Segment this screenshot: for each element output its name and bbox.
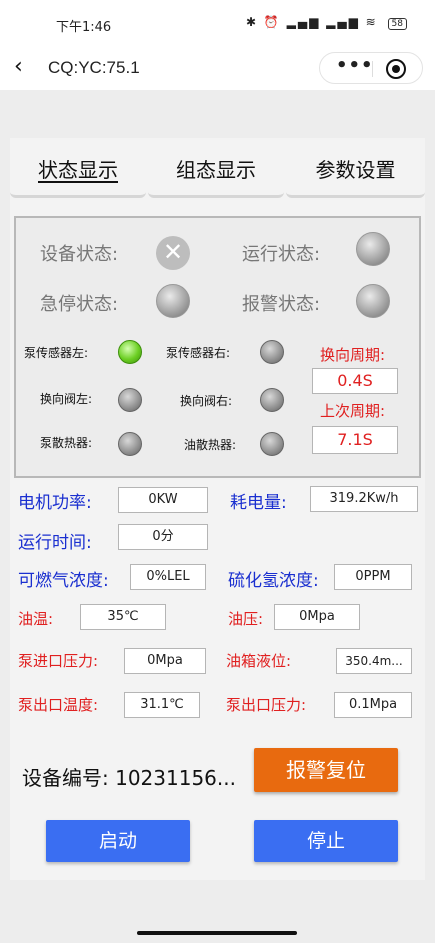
- stop-button[interactable]: 停止: [254, 820, 398, 862]
- capsule-divider: [372, 61, 373, 77]
- oil-radiator-indicator: [260, 432, 284, 456]
- gas-label: 可燃气浓度:: [18, 571, 109, 591]
- valve-right-label: 换向阀右:: [180, 394, 233, 408]
- energy-value: 319.2Kw/h: [310, 486, 418, 512]
- oil-pressure-label: 油压:: [228, 610, 264, 628]
- last-cycle-label: 上次周期:: [320, 402, 386, 420]
- status-box: 设备状态: ✕ 运行状态: 急停状态: 报警状态: 泵传感器左: 泵传感器右: …: [14, 216, 421, 478]
- estop-status-indicator: [156, 284, 190, 318]
- device-number-value: 10231156...: [115, 766, 236, 790]
- oil-temp-label: 油温:: [18, 610, 54, 628]
- oil-radiator-label: 油散热器:: [184, 438, 237, 452]
- gas-value: 0%LEL: [130, 564, 206, 590]
- battery-icon: 58: [387, 18, 407, 30]
- device-number-label: 设备编号:: [22, 766, 109, 790]
- pump-out-pressure-label: 泵出口压力:: [226, 696, 307, 714]
- signal-icons: ✱ ⏰ ▂▄▆ ▂▄▆ ≋: [246, 15, 378, 29]
- alarm-status-indicator: [356, 284, 390, 318]
- h2s-value: 0PPM: [334, 564, 412, 590]
- valve-left-label: 换向阀左:: [40, 392, 93, 406]
- estop-status-label: 急停状态:: [40, 294, 119, 315]
- nav-bar: ‹ CQ:YC:75.1 •••: [0, 48, 435, 90]
- more-icon[interactable]: •••: [336, 55, 374, 76]
- pump-out-pressure-value: 0.1Mpa: [334, 692, 412, 718]
- valve-left-indicator: [118, 388, 142, 412]
- tab-params[interactable]: 参数设置: [286, 146, 425, 198]
- h2s-label: 硫化氢浓度:: [228, 571, 319, 591]
- tank-level-value: 350.4m...: [336, 648, 412, 674]
- motor-power-value: 0KW: [118, 487, 208, 513]
- device-status-label: 设备状态:: [40, 244, 119, 265]
- motor-power-label: 电机功率:: [18, 493, 92, 513]
- home-indicator: [137, 931, 297, 935]
- last-cycle-value: 7.1S: [312, 426, 398, 454]
- cycle-value: 0.4S: [312, 368, 398, 394]
- device-status-x-icon: ✕: [156, 236, 190, 270]
- tab-status[interactable]: 状态显示: [10, 146, 146, 198]
- status-icons: ✱ ⏰ ▂▄▆ ▂▄▆ ≋ 58: [246, 15, 407, 30]
- pump-sensor-right-indicator: [260, 340, 284, 364]
- device-number: 设备编号: 10231156...: [22, 762, 236, 791]
- pump-in-pressure-label: 泵进口压力:: [18, 652, 99, 670]
- page-title: CQ:YC:75.1: [48, 58, 140, 77]
- tab-bar: 状态显示 组态显示 参数设置: [10, 146, 425, 198]
- pump-sensor-left-label: 泵传感器左:: [24, 346, 89, 360]
- energy-label: 耗电量:: [230, 493, 287, 513]
- main-panel: 状态显示 组态显示 参数设置 设备状态: ✕ 运行状态: 急停状态: 报警状态:…: [10, 138, 425, 880]
- oil-temp-value: 35℃: [80, 604, 166, 630]
- pump-out-temp-value: 31.1℃: [124, 692, 200, 718]
- tab-config[interactable]: 组态显示: [148, 146, 284, 198]
- cycle-label: 换向周期:: [320, 346, 386, 364]
- clock: 下午1:46: [56, 20, 112, 35]
- run-status-label: 运行状态:: [242, 244, 321, 265]
- pump-radiator-label: 泵散热器:: [40, 436, 93, 450]
- close-miniprogram-icon[interactable]: [386, 59, 406, 79]
- run-status-indicator: [356, 232, 390, 266]
- alarm-reset-button[interactable]: 报警复位: [254, 748, 398, 792]
- pump-radiator-indicator: [118, 432, 142, 456]
- tank-level-label: 油箱液位:: [226, 652, 292, 670]
- pump-in-pressure-value: 0Mpa: [124, 648, 206, 674]
- run-time-label: 运行时间:: [18, 533, 92, 553]
- pump-sensor-right-label: 泵传感器右:: [166, 346, 231, 360]
- miniprogram-capsule: •••: [319, 52, 423, 84]
- run-time-value: 0分: [118, 524, 208, 550]
- valve-right-indicator: [260, 388, 284, 412]
- oil-pressure-value: 0Mpa: [274, 604, 360, 630]
- pump-out-temp-label: 泵出口温度:: [18, 696, 99, 714]
- system-status-bar: 下午1:46 ✱ ⏰ ▂▄▆ ▂▄▆ ≋ 58: [0, 0, 435, 48]
- alarm-status-label: 报警状态:: [242, 294, 321, 315]
- pump-sensor-left-indicator: [118, 340, 142, 364]
- start-button[interactable]: 启动: [46, 820, 190, 862]
- back-icon[interactable]: ‹: [14, 54, 23, 79]
